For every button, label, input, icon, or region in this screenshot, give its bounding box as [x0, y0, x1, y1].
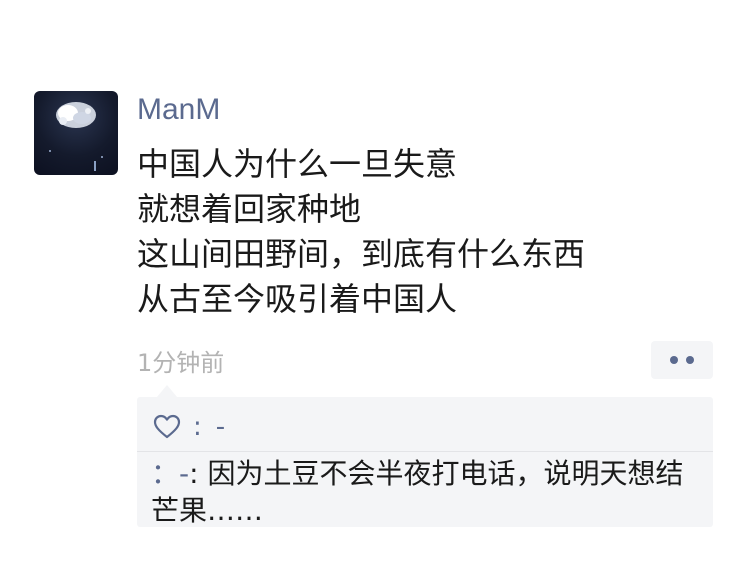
divider	[137, 451, 713, 452]
author-name[interactable]: ManM	[137, 93, 220, 127]
author-avatar[interactable]	[34, 91, 118, 175]
moon-night-avatar-icon	[49, 102, 103, 171]
liker-names[interactable]: -	[216, 412, 225, 442]
likes-row: : -	[153, 407, 225, 447]
post-timestamp: 1分钟前	[137, 349, 225, 377]
heart-outline-icon	[153, 414, 181, 439]
more-actions-button[interactable]	[651, 341, 713, 379]
post-line: 中国人为什么一旦失意	[137, 145, 458, 183]
dot-icon	[670, 356, 678, 364]
commenter-name[interactable]: ：-	[151, 457, 189, 490]
interaction-panel: : - ：-: 因为土豆不会半夜打电话，说明天想结芒果……	[137, 385, 713, 529]
post-line: 这山间田野间，到底有什么东西	[137, 235, 586, 273]
comment-separator: :	[189, 457, 208, 490]
comment-text: 因为土豆不会半夜打电话，说明天想结芒果……	[151, 457, 684, 527]
post-text: 中国人为什么一旦失意 就想着回家种地 这山间田野间，到底有什么东西 从古至今吸引…	[137, 142, 585, 322]
post-line: 就想着回家种地	[137, 190, 362, 228]
post-line: 从古至今吸引着中国人	[137, 280, 458, 318]
likes-separator: :	[193, 412, 202, 442]
dot-icon	[686, 356, 694, 364]
comment-item[interactable]: ：-: 因为土豆不会半夜打电话，说明天想结芒果……	[151, 455, 701, 529]
